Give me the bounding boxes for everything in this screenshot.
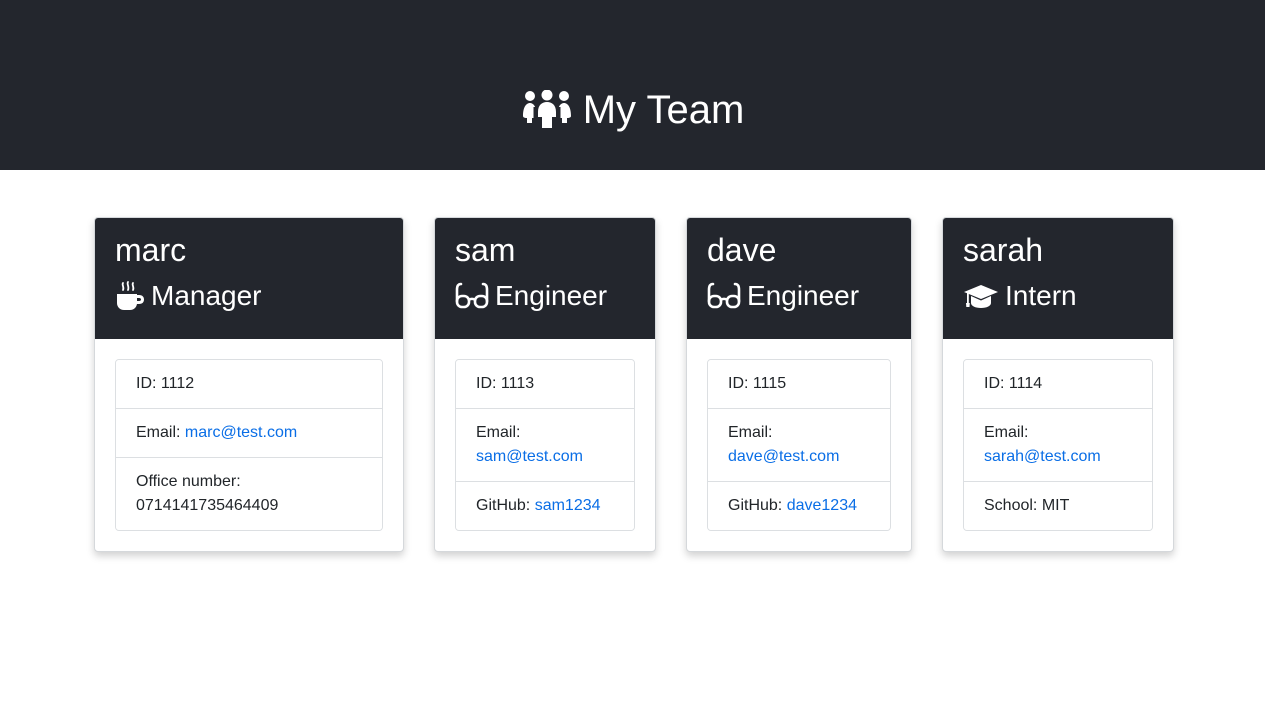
office-number-row: Office number: 0714141735464409 <box>116 458 382 530</box>
glasses-icon <box>707 282 741 309</box>
github-row: GitHub: sam1234 <box>456 482 634 530</box>
employee-id: ID: 1115 <box>708 360 890 409</box>
school-value: MIT <box>1041 497 1070 514</box>
coffee-icon <box>117 281 144 310</box>
page-title-text: My Team <box>582 88 745 132</box>
page-title: My Team <box>521 50 745 170</box>
employee-role: Engineer <box>455 279 635 313</box>
github-label: GitHub: <box>728 497 783 514</box>
employee-email-row: Email: sam@test.com <box>456 409 634 482</box>
card-body: ID: 1112 Email: marc@test.com Office num… <box>95 339 403 551</box>
employee-name: sam <box>455 232 516 268</box>
email-link[interactable]: sarah@test.com <box>984 448 1101 465</box>
office-number-label: Office number: <box>136 473 241 490</box>
card-header: marc Manager <box>95 218 403 339</box>
email-link[interactable]: dave@test.com <box>728 448 839 465</box>
github-link[interactable]: sam1234 <box>535 497 601 514</box>
github-row: GitHub: dave1234 <box>708 482 890 530</box>
glasses-icon <box>455 282 489 309</box>
employee-details: ID: 1115 Email: dave@test.com GitHub: da… <box>707 359 891 531</box>
email-label: Email: <box>728 424 773 441</box>
role-label: Manager <box>151 280 262 311</box>
employee-email-row: Email: marc@test.com <box>116 409 382 458</box>
github-link[interactable]: dave1234 <box>787 497 857 514</box>
email-label: Email: <box>476 424 521 441</box>
card-body: ID: 1113 Email: sam@test.com GitHub: sam… <box>435 339 655 551</box>
employee-card: dave Engineer ID: 1115 Email: dave@test.… <box>686 217 912 552</box>
card-body: ID: 1115 Email: dave@test.com GitHub: da… <box>687 339 911 551</box>
employee-details: ID: 1112 Email: marc@test.com Office num… <box>115 359 383 531</box>
school-row: School: MIT <box>964 482 1152 530</box>
role-label: Engineer <box>495 280 608 311</box>
role-label: Intern <box>1005 280 1077 311</box>
email-link[interactable]: marc@test.com <box>185 424 297 441</box>
users-icon <box>522 90 571 128</box>
employee-id: ID: 1114 <box>964 360 1152 409</box>
team-cards: marc Manager ID: 1112 Email: marc@test.c… <box>0 170 1265 707</box>
card-body: ID: 1114 Email: sarah@test.com School: M… <box>943 339 1173 551</box>
employee-details: ID: 1114 Email: sarah@test.com School: M… <box>963 359 1153 531</box>
employee-name: dave <box>707 232 777 268</box>
email-label: Email: <box>136 424 181 441</box>
graduation-cap-icon <box>964 285 998 308</box>
employee-email-row: Email: sarah@test.com <box>964 409 1152 482</box>
card-header: sarah Intern <box>943 218 1173 339</box>
employee-name: marc <box>115 232 187 268</box>
email-label: Email: <box>984 424 1029 441</box>
employee-id: ID: 1112 <box>116 360 382 409</box>
card-header: dave Engineer <box>687 218 911 339</box>
employee-email-row: Email: dave@test.com <box>708 409 890 482</box>
office-number-value: 0714141735464409 <box>136 497 279 514</box>
school-label: School: <box>984 497 1038 514</box>
role-label: Engineer <box>747 280 860 311</box>
employee-role: Manager <box>115 279 383 313</box>
card-header: sam Engineer <box>435 218 655 339</box>
page-header: My Team <box>0 0 1265 170</box>
employee-details: ID: 1113 Email: sam@test.com GitHub: sam… <box>455 359 635 531</box>
github-label: GitHub: <box>476 497 531 514</box>
employee-role: Intern <box>963 279 1153 313</box>
employee-name: sarah <box>963 232 1044 268</box>
email-link[interactable]: sam@test.com <box>476 448 583 465</box>
employee-card: marc Manager ID: 1112 Email: marc@test.c… <box>94 217 404 552</box>
employee-card: sarah Intern ID: 1114 Email: sarah@test.… <box>942 217 1174 552</box>
employee-id: ID: 1113 <box>456 360 634 409</box>
employee-role: Engineer <box>707 279 891 313</box>
employee-card: sam Engineer ID: 1113 Email: sam@test.co… <box>434 217 656 552</box>
